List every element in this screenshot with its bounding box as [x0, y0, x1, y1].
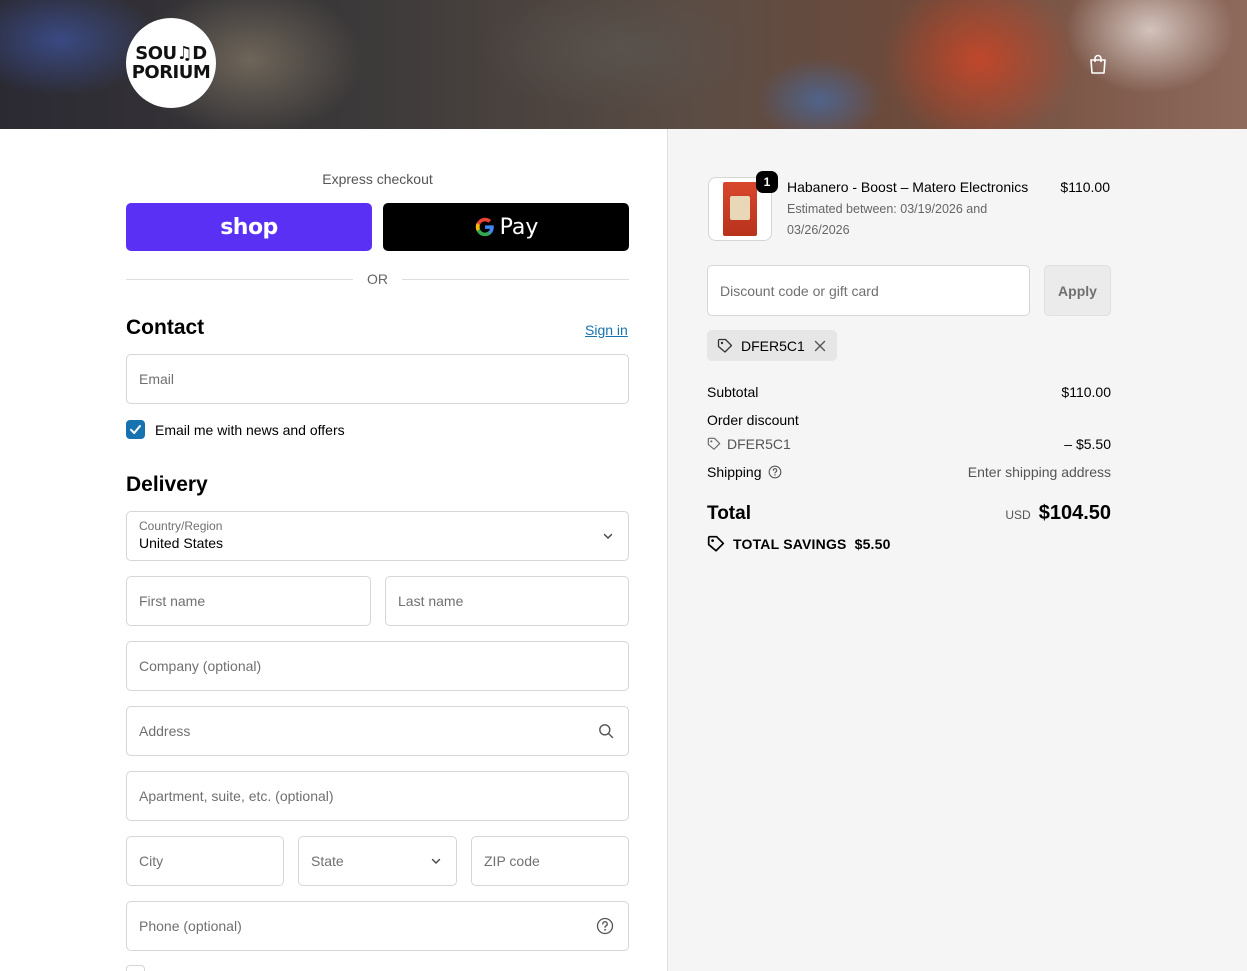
tag-icon	[717, 338, 733, 353]
checkout-form: Express checkout shop Pay OR Contact Sig…	[0, 129, 667, 971]
quantity-badge: 1	[756, 171, 778, 193]
help-circle-icon[interactable]	[768, 465, 782, 479]
newsletter-checkbox[interactable]	[126, 420, 145, 439]
address-placeholder: Address	[139, 723, 191, 739]
express-checkout-title: Express checkout	[322, 171, 433, 187]
subtotal-row: Subtotal $110.00	[707, 384, 1111, 400]
subtotal-value: $110.00	[1061, 384, 1111, 400]
tag-icon	[707, 535, 725, 552]
help-circle-icon[interactable]	[596, 917, 614, 935]
product-delivery-estimate: Estimated between: 03/19/2026 and 03/26/…	[787, 202, 988, 237]
first-name-placeholder: First name	[139, 593, 206, 609]
shipping-row: Shipping Enter shipping address	[707, 464, 1111, 480]
discount-placeholder: Discount code or gift card	[720, 282, 879, 299]
order-discount-code: DFER5C1	[727, 436, 791, 452]
total-row: Total USD $104.50	[707, 502, 1111, 525]
first-name-field[interactable]: First name	[126, 576, 371, 626]
savings-value: $5.50	[854, 536, 891, 552]
discount-code-input[interactable]: Discount code or gift card	[707, 265, 1030, 316]
logo-line-2: PORIUM	[131, 62, 211, 83]
total-label: Total	[707, 502, 751, 524]
google-pay-button[interactable]: Pay	[383, 203, 629, 251]
shipping-label: Shipping	[707, 464, 762, 480]
header-banner: SOU♫D PORIUM	[0, 0, 1247, 129]
shop-pay-label: shop	[220, 214, 278, 240]
order-summary: 1 Habanero - Boost – Matero Electronics …	[667, 129, 1247, 971]
order-discount-label: Order discount	[707, 412, 799, 428]
state-select[interactable]: State	[298, 836, 457, 886]
total-savings: TOTAL SAVINGS $5.50	[707, 535, 891, 553]
chevron-down-icon	[431, 858, 441, 864]
country-label: Country/Region	[139, 519, 223, 533]
applied-discount-chip: DFER5C1	[707, 330, 837, 361]
total-currency: USD	[1005, 508, 1031, 522]
search-icon[interactable]	[598, 723, 614, 739]
shopping-bag-icon[interactable]	[1087, 53, 1109, 75]
close-icon[interactable]	[813, 339, 827, 353]
city-placeholder: City	[139, 853, 164, 869]
google-g-icon	[475, 217, 494, 237]
country-select[interactable]: Country/Region United States	[126, 511, 629, 561]
zip-field[interactable]: ZIP code	[471, 836, 629, 886]
order-discount-detail-row: DFER5C1 – $5.50	[707, 436, 1111, 452]
email-placeholder: Email	[139, 371, 175, 387]
sign-in-link[interactable]: Sign in	[585, 322, 628, 338]
logo-line-1: SOU♫D	[135, 43, 207, 64]
subtotal-label: Subtotal	[707, 384, 759, 400]
sms-checkbox-partial[interactable]	[126, 965, 145, 971]
chevron-down-icon	[603, 533, 613, 539]
state-placeholder: State	[311, 853, 344, 869]
phone-placeholder: Phone (optional)	[139, 918, 242, 934]
delivery-title: Delivery	[126, 473, 208, 496]
apartment-field[interactable]: Apartment, suite, etc. (optional)	[126, 771, 629, 821]
phone-field[interactable]: Phone (optional)	[126, 901, 629, 951]
last-name-placeholder: Last name	[398, 593, 464, 609]
or-divider: OR	[126, 269, 629, 289]
order-discount-value: – $5.50	[1064, 436, 1111, 452]
product-price: $110.00	[1060, 179, 1110, 195]
last-name-field[interactable]: Last name	[385, 576, 629, 626]
total-amount: $104.50	[1038, 502, 1111, 524]
shop-pay-button[interactable]: shop	[126, 203, 372, 251]
newsletter-option: Email me with news and offers	[126, 420, 345, 439]
city-field[interactable]: City	[126, 836, 284, 886]
shipping-value: Enter shipping address	[967, 464, 1111, 480]
company-field[interactable]: Company (optional)	[126, 641, 629, 691]
applied-code-label: DFER5C1	[741, 337, 805, 354]
store-logo[interactable]: SOU♫D PORIUM	[126, 18, 216, 108]
address-field[interactable]: Address	[126, 706, 629, 756]
apply-discount-button[interactable]: Apply	[1044, 265, 1111, 316]
email-field[interactable]: Email	[126, 354, 629, 404]
product-name: Habanero - Boost – Matero Electronics	[787, 179, 1029, 195]
product-image	[723, 182, 757, 236]
company-placeholder: Company (optional)	[139, 658, 262, 674]
zip-placeholder: ZIP code	[484, 853, 540, 869]
tag-icon	[707, 437, 721, 450]
savings-label: TOTAL SAVINGS	[733, 536, 847, 552]
order-discount-row: Order discount	[707, 412, 1111, 428]
google-pay-label: Pay	[499, 214, 539, 240]
newsletter-label: Email me with news and offers	[155, 421, 345, 438]
contact-title: Contact	[126, 316, 205, 339]
checkmark-icon	[130, 425, 141, 434]
apartment-placeholder: Apartment, suite, etc. (optional)	[139, 788, 334, 804]
country-value: United States	[139, 535, 224, 551]
or-label: OR	[367, 271, 388, 287]
